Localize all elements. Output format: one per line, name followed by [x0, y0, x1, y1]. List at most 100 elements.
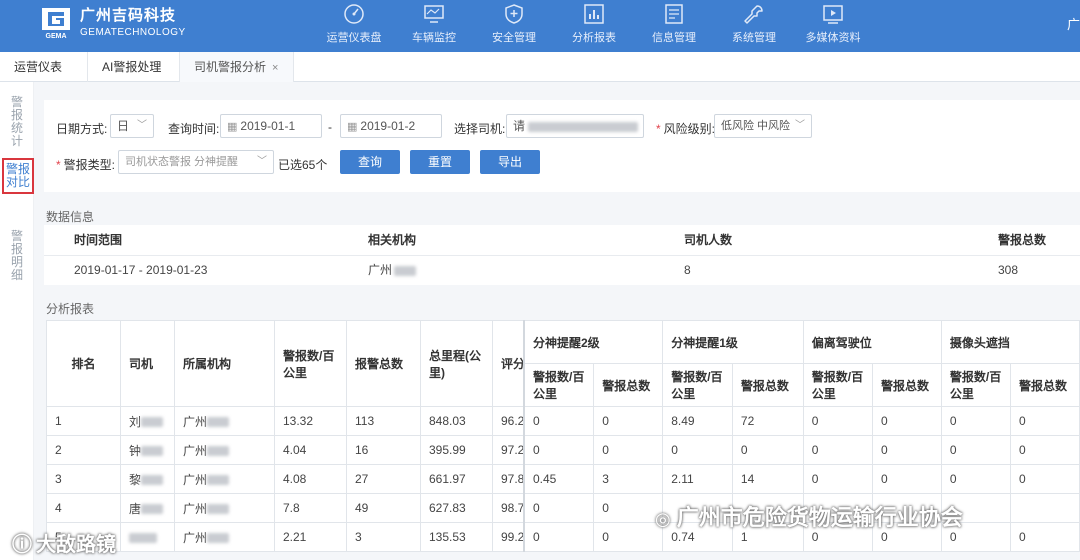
brand-name-en: GEMATECHNOLOGY	[80, 27, 186, 38]
group-off-seat: 偏离驾驶位	[802, 320, 942, 364]
cell-value: 0	[1010, 435, 1080, 465]
sidenav-alarm-stats[interactable]: 警报统计	[9, 96, 25, 148]
col-rank[interactable]: 排名	[46, 320, 121, 407]
close-icon[interactable]: ×	[272, 62, 278, 74]
date-mode-value: 日	[117, 119, 130, 133]
cell-value: 0	[523, 522, 595, 552]
date-mode-select[interactable]: 日 ﹀	[110, 114, 154, 138]
query-button[interactable]: 查询	[340, 150, 400, 174]
sub-per100[interactable]: 警报数/百公里	[940, 363, 1012, 407]
nav-multimedia[interactable]: 多媒体资料	[800, 0, 866, 52]
user-menu[interactable]: 广	[1067, 14, 1080, 33]
cell-org: 广州	[174, 493, 275, 523]
sub-per100[interactable]: 警报数/百公里	[662, 363, 733, 407]
cell-per100: 4.04	[274, 435, 347, 465]
cell-value: 0	[593, 435, 664, 465]
sub-total[interactable]: 警报总数	[871, 363, 942, 407]
chevron-down-icon: ﹀	[257, 156, 267, 167]
sidenav-label: 警报统计	[10, 95, 23, 148]
col-mileage[interactable]: 总里程(公里)	[420, 320, 493, 407]
info-header-time-range: 时间范围	[74, 233, 123, 247]
info-header-org: 相关机构	[368, 233, 417, 247]
date-mode-label: 日期方式:	[56, 122, 108, 136]
cell-value: 0	[523, 493, 595, 523]
driver-select[interactable]: 请	[506, 114, 644, 138]
alarm-type-select[interactable]: 司机状态警报 分神提醒 ﹀	[118, 150, 274, 174]
shield-icon	[505, 4, 523, 24]
table-row[interactable]: 1 刘 广州 13.32 113 848.03 96.23	[46, 406, 561, 436]
chevron-down-icon: ﹀	[137, 120, 147, 131]
filter-panel: 日期方式: 日 ﹀ 查询时间: ▦ 2019-01-1 - ▦ 2019-01-2 选…	[44, 100, 1080, 192]
cell-total: 3	[346, 522, 421, 552]
cell-total: 16	[346, 435, 421, 465]
redacted-driver-names	[528, 121, 639, 132]
table-row[interactable]: 3 黎 广州 4.08 27 661.97 97.89	[46, 464, 561, 494]
query-time-label: 查询时间:	[168, 122, 220, 136]
tab-label: 司机警报分析	[194, 60, 267, 74]
cell-value: 8.49	[662, 406, 733, 436]
calendar-icon: ▦	[227, 121, 238, 133]
col-org[interactable]: 所属机构	[174, 320, 275, 407]
table-row[interactable]: 2 钟 广州 4.04 16 395.99 97.22	[46, 435, 561, 465]
sub-total[interactable]: 警报总数	[731, 363, 804, 407]
cell-driver: 钟	[120, 435, 175, 465]
info-value-alarm-total: 308	[998, 263, 1019, 277]
reset-button[interactable]: 重置	[410, 150, 470, 174]
info-header-alarm-total: 警报总数	[998, 233, 1047, 247]
selected-count: 已选65个	[278, 158, 328, 172]
cell-value: 0	[523, 435, 595, 465]
nav-info-management[interactable]: 信息管理	[642, 0, 706, 52]
nav-label: 车辆监控	[412, 32, 456, 44]
nav-label: 安全管理	[492, 32, 536, 44]
sub-per100[interactable]: 警报数/百公里	[523, 363, 595, 407]
monitor-icon	[424, 5, 444, 23]
cell-value: 0	[593, 406, 664, 436]
nav-analysis-report[interactable]: 分析报表	[562, 0, 626, 52]
brand: 广州吉码科技 GEMATECHNOLOGY	[80, 4, 186, 38]
table-row[interactable]: 00000000	[523, 435, 1080, 465]
cell-driver: 刘	[120, 406, 175, 436]
table-row[interactable]: 0 0 8.49 72 0 0 0 0	[523, 406, 1080, 436]
cell-org: 广州	[174, 522, 275, 552]
page-tabs: 运营仪表盘 AI警报处理 司机警报分析 ×	[0, 52, 1080, 104]
cell-org: 广州	[174, 435, 275, 465]
date-to-input[interactable]: ▦ 2019-01-2	[340, 114, 442, 138]
dashboard-icon	[344, 4, 364, 24]
tab-dashboard[interactable]: 运营仪表盘	[0, 52, 88, 104]
nav-system-management[interactable]: 系统管理	[722, 0, 786, 52]
table-row[interactable]: 0.45 3 2.11 14 0 0 0 0	[523, 464, 1080, 494]
cell-mileage: 848.03	[420, 406, 493, 436]
table-row[interactable]: 5 广州 2.21 3 135.53 99.26	[46, 522, 561, 552]
sidenav-alarm-detail[interactable]: 警报明细	[9, 230, 25, 282]
col-driver[interactable]: 司机	[120, 320, 175, 407]
top-header: GEMA 广州吉码科技 GEMATECHNOLOGY 运营仪表盘 车辆监控 安全…	[0, 0, 1080, 52]
cell-rank: 2	[46, 435, 121, 465]
cell-driver: 黎	[120, 464, 175, 494]
cell-value: 0	[871, 406, 942, 436]
col-total[interactable]: 报警总数	[346, 320, 421, 407]
sub-total[interactable]: 警报总数	[1010, 363, 1080, 407]
driver-value: 请	[513, 119, 526, 133]
nav-safety[interactable]: 安全管理	[482, 0, 546, 52]
cell-mileage: 135.53	[420, 522, 493, 552]
risk-level-select[interactable]: 低风险 中风险 ﹀	[714, 114, 812, 138]
tab-driver-alarm-analysis[interactable]: 司机警报分析 ×	[180, 52, 294, 82]
sub-total[interactable]: 警报总数	[593, 363, 664, 407]
main-content: 日期方式: 日 ﹀ 查询时间: ▦ 2019-01-1 - ▦ 2019-01-2 选…	[34, 82, 1080, 560]
cell-value: 2.11	[662, 464, 733, 494]
cell-per100: 7.8	[274, 493, 347, 523]
date-from-input[interactable]: ▦ 2019-01-1	[220, 114, 322, 138]
cell-driver: 唐	[120, 493, 175, 523]
sub-per100[interactable]: 警报数/百公里	[802, 363, 873, 407]
col-per100[interactable]: 警报数/百公里	[274, 320, 347, 407]
sidenav-alarm-compare[interactable]: 警报对比	[2, 158, 34, 194]
tab-ai-alarm[interactable]: AI警报处理	[88, 52, 180, 82]
cell-value: 0	[802, 435, 873, 465]
nav-dashboard[interactable]: 运营仪表盘	[322, 0, 386, 52]
table-row[interactable]: 4 唐 广州 7.8 49 627.83 98.73	[46, 493, 561, 523]
export-button[interactable]: 导出	[480, 150, 540, 174]
nav-vehicle-monitor[interactable]: 车辆监控	[402, 0, 466, 52]
calendar-icon: ▦	[347, 121, 358, 133]
cell-value: 0	[940, 406, 1012, 436]
sidenav-label: 警报对比	[5, 162, 30, 189]
